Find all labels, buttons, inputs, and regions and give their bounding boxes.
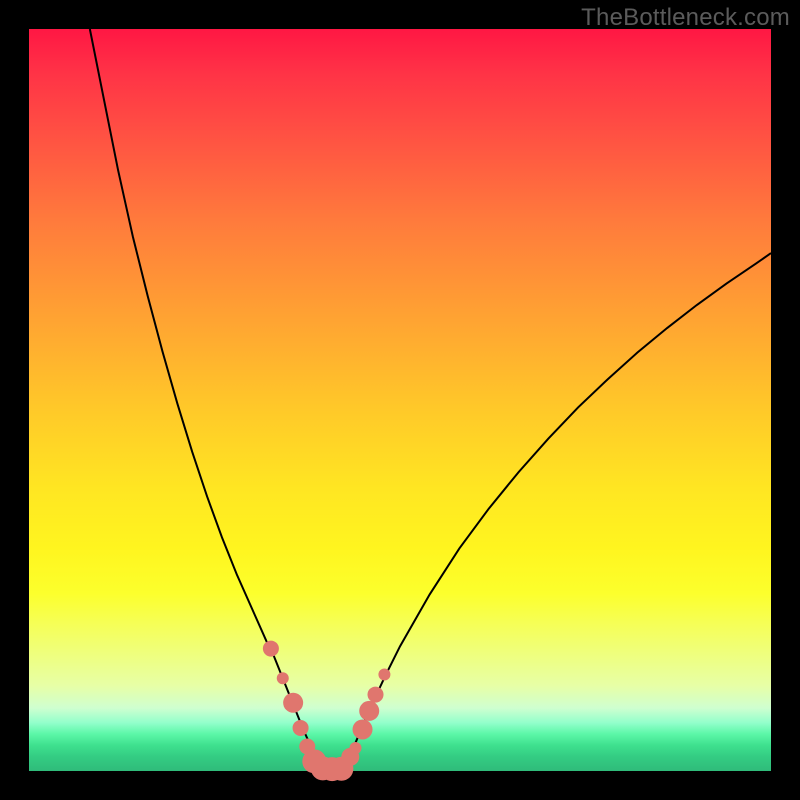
marker-dot	[263, 641, 279, 657]
marker-dot	[353, 719, 373, 739]
marker-dot	[277, 672, 289, 684]
marker-dot	[293, 720, 309, 736]
chart-frame: TheBottleneck.com	[0, 0, 800, 800]
marker-dot	[378, 669, 390, 681]
chart-overlay	[29, 29, 771, 771]
marker-dot	[283, 693, 303, 713]
marker-dot	[368, 687, 384, 703]
bottleneck-curve	[90, 29, 771, 770]
marker-dot	[349, 742, 361, 754]
watermark-text: TheBottleneck.com	[581, 4, 790, 32]
marker-group	[263, 641, 391, 782]
marker-dot	[359, 701, 379, 721]
